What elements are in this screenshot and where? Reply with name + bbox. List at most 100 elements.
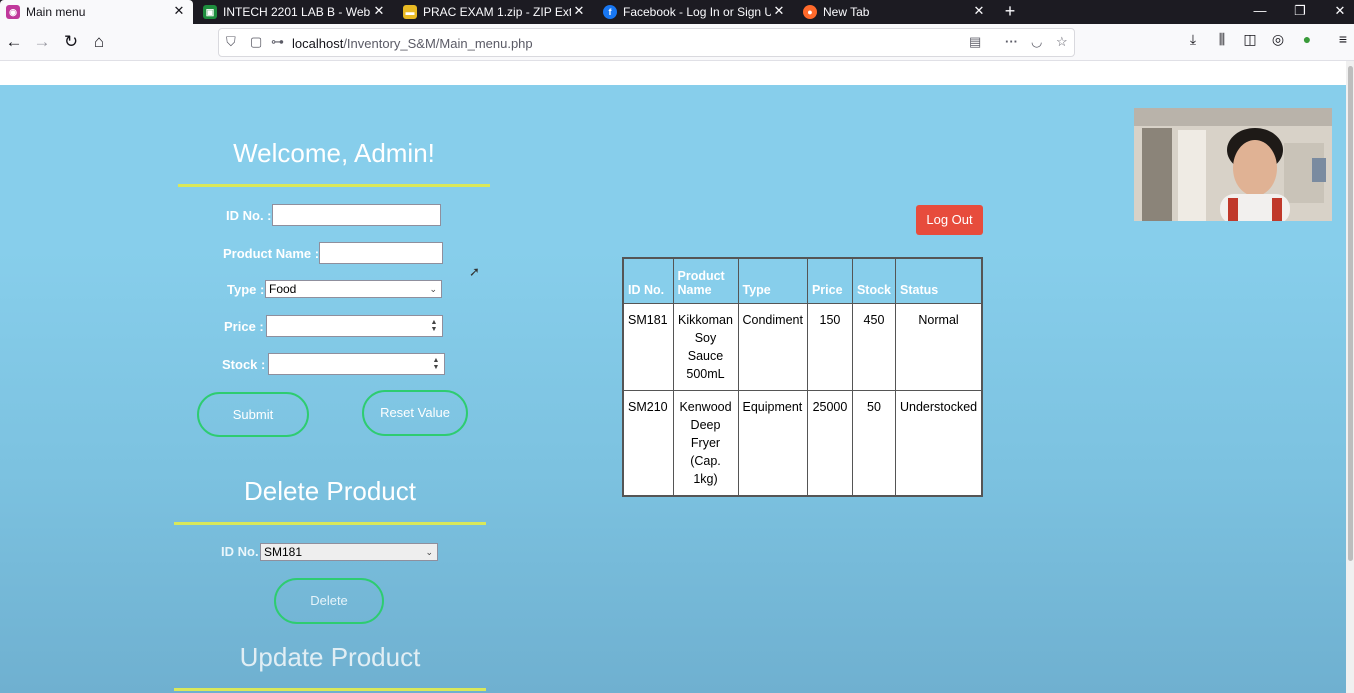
chevron-down-icon: ⌄ bbox=[425, 547, 433, 557]
stock-input[interactable]: ▲ ▼ bbox=[268, 353, 445, 375]
url-path: /Inventory_S&M/Main_menu.php bbox=[343, 36, 533, 51]
id-label: ID No. : bbox=[226, 208, 272, 223]
logout-button[interactable]: Log Out bbox=[916, 205, 983, 235]
tab-intech[interactable]: ▣ INTECH 2201 LAB B - Web App ✕ bbox=[197, 0, 393, 24]
divider-line bbox=[174, 522, 486, 525]
cell-id: SM181 bbox=[622, 302, 674, 391]
tab-new-tab[interactable]: ● New Tab ✕ bbox=[797, 0, 993, 24]
menu-icon[interactable]: ≡ bbox=[1332, 31, 1354, 47]
tab-bar: ◉ Main menu ✕ ▣ INTECH 2201 LAB B - Web … bbox=[0, 0, 1354, 24]
restore-icon[interactable]: ❐ bbox=[1280, 0, 1320, 24]
close-tab-icon[interactable]: ✕ bbox=[771, 3, 787, 19]
forward-icon[interactable]: → bbox=[31, 31, 53, 53]
cell-type: Condiment bbox=[737, 302, 808, 391]
sidebar-icon[interactable]: ◫ bbox=[1239, 31, 1261, 48]
cell-stock: 50 bbox=[851, 389, 897, 496]
table-row: SM181 Kikkoman Soy Sauce 500mL Condiment… bbox=[622, 302, 983, 391]
tab-title: Facebook - Log In or Sign Up bbox=[623, 5, 771, 19]
page-icon: ▢ bbox=[250, 34, 263, 49]
tab-facebook[interactable]: f Facebook - Log In or Sign Up ✕ bbox=[597, 0, 793, 24]
tab-title: New Tab bbox=[823, 5, 870, 19]
webcam-overlay bbox=[1134, 108, 1332, 221]
divider-line bbox=[174, 688, 486, 691]
price-label: Price : bbox=[224, 319, 264, 334]
url-host: localhost bbox=[292, 36, 344, 51]
reader-view-icon[interactable]: ▤ bbox=[969, 34, 981, 50]
more-actions-icon[interactable]: ··· bbox=[1005, 34, 1018, 49]
cell-stock: 450 bbox=[851, 302, 897, 391]
classroom-icon: ▣ bbox=[203, 5, 217, 19]
cell-type: Equipment bbox=[737, 389, 808, 496]
product-name-input[interactable] bbox=[319, 242, 443, 264]
extension-icon[interactable]: ● bbox=[1296, 31, 1318, 47]
cell-product-name: Kenwood Deep Fryer (Cap. 1kg) bbox=[672, 389, 739, 496]
chevron-down-icon: ⌄ bbox=[429, 284, 437, 294]
tab-title: PRAC EXAM 1.zip - ZIP Extracto bbox=[423, 5, 571, 19]
cell-price: 150 bbox=[806, 302, 853, 391]
submit-button[interactable]: Submit bbox=[197, 392, 309, 437]
shield-icon[interactable]: ⛉ bbox=[226, 34, 236, 50]
close-tab-icon[interactable]: ✕ bbox=[571, 3, 587, 19]
cell-product-name: Kikkoman Soy Sauce 500mL bbox=[672, 302, 739, 391]
bookmark-star-icon[interactable]: ☆ bbox=[1056, 34, 1068, 50]
id-input[interactable] bbox=[272, 204, 441, 226]
reload-icon[interactable]: ↻ bbox=[60, 31, 82, 53]
delete-id-value: SM181 bbox=[264, 545, 303, 559]
cell-status: Normal bbox=[895, 302, 983, 391]
header-price: Price bbox=[806, 257, 853, 304]
tab-title: Main menu bbox=[26, 5, 86, 19]
header-id: ID No. bbox=[622, 257, 674, 304]
facebook-icon: f bbox=[603, 5, 617, 19]
home-icon[interactable]: ⌂ bbox=[88, 31, 110, 53]
minimize-icon[interactable]: — bbox=[1240, 0, 1280, 24]
close-tab-icon[interactable]: ✕ bbox=[971, 3, 987, 19]
inventory-table: ID No. Product Name Type Price Stock Sta… bbox=[622, 257, 984, 497]
type-select[interactable]: Food ⌄ bbox=[265, 280, 442, 298]
product-name-label: Product Name : bbox=[223, 246, 320, 261]
mouse-cursor-icon: ➚ bbox=[469, 264, 480, 279]
new-tab-button[interactable]: + bbox=[1000, 0, 1020, 24]
price-input[interactable]: ▲ ▼ bbox=[266, 315, 443, 337]
header-type: Type bbox=[737, 257, 808, 304]
page-top-strip bbox=[0, 61, 1346, 85]
tab-title: INTECH 2201 LAB B - Web App bbox=[223, 5, 371, 19]
close-tab-icon[interactable]: ✕ bbox=[371, 3, 387, 19]
pocket-icon[interactable]: ◡ bbox=[1031, 34, 1042, 50]
header-stock: Stock bbox=[851, 257, 897, 304]
cell-price: 25000 bbox=[806, 389, 853, 496]
folder-icon: ▬ bbox=[403, 5, 417, 19]
delete-button[interactable]: Delete bbox=[274, 578, 384, 624]
navigation-bar: ← → ↻ ⌂ ⛉ ▢ ⊶ localhost/Inventory_S&M/Ma… bbox=[0, 24, 1354, 61]
type-value: Food bbox=[269, 282, 297, 296]
stock-stepper-icon[interactable]: ▲ ▼ bbox=[431, 357, 441, 371]
back-icon[interactable]: ← bbox=[3, 31, 25, 53]
update-product-heading: Update Product bbox=[239, 642, 421, 672]
header-product-name: Product Name bbox=[672, 257, 739, 304]
account-icon[interactable]: ◎ bbox=[1267, 31, 1289, 48]
scrollbar-thumb[interactable] bbox=[1348, 66, 1353, 561]
library-icon[interactable]: ⫼ bbox=[1211, 31, 1233, 48]
stock-label: Stock : bbox=[222, 357, 266, 372]
tab-prac-exam[interactable]: ▬ PRAC EXAM 1.zip - ZIP Extracto ✕ bbox=[397, 0, 593, 24]
delete-id-select[interactable]: SM181 ⌄ bbox=[260, 543, 438, 561]
webcam-image bbox=[1134, 108, 1332, 221]
welcome-heading: Welcome, Admin! bbox=[233, 138, 435, 168]
table-row: SM210 Kenwood Deep Fryer (Cap. 1kg) Equi… bbox=[622, 389, 983, 496]
tab-main-menu[interactable]: ◉ Main menu ✕ bbox=[0, 0, 193, 24]
divider-line bbox=[178, 184, 490, 187]
price-stepper-icon[interactable]: ▲ ▼ bbox=[429, 319, 439, 333]
downloads-icon[interactable]: ⤓ bbox=[1182, 31, 1204, 48]
close-window-icon[interactable]: ✕ bbox=[1320, 0, 1354, 24]
type-label: Type : bbox=[227, 282, 265, 297]
firefox-dev-icon: ◉ bbox=[6, 5, 20, 19]
close-tab-icon[interactable]: ✕ bbox=[171, 3, 187, 19]
cell-id: SM210 bbox=[622, 389, 674, 496]
permissions-icon[interactable]: ⊶ bbox=[271, 34, 284, 50]
browser-window: ◉ Main menu ✕ ▣ INTECH 2201 LAB B - Web … bbox=[0, 0, 1354, 693]
firefox-icon: ● bbox=[803, 5, 817, 19]
table-header-row: ID No. Product Name Type Price Stock Sta… bbox=[622, 257, 983, 304]
address-bar[interactable]: ⛉ ▢ ⊶ localhost/Inventory_S&M/Main_menu.… bbox=[218, 28, 1075, 57]
reset-button[interactable]: Reset Value bbox=[362, 390, 468, 436]
cell-status: Understocked bbox=[895, 389, 983, 496]
url-text[interactable]: localhost/Inventory_S&M/Main_menu.php bbox=[292, 36, 533, 51]
